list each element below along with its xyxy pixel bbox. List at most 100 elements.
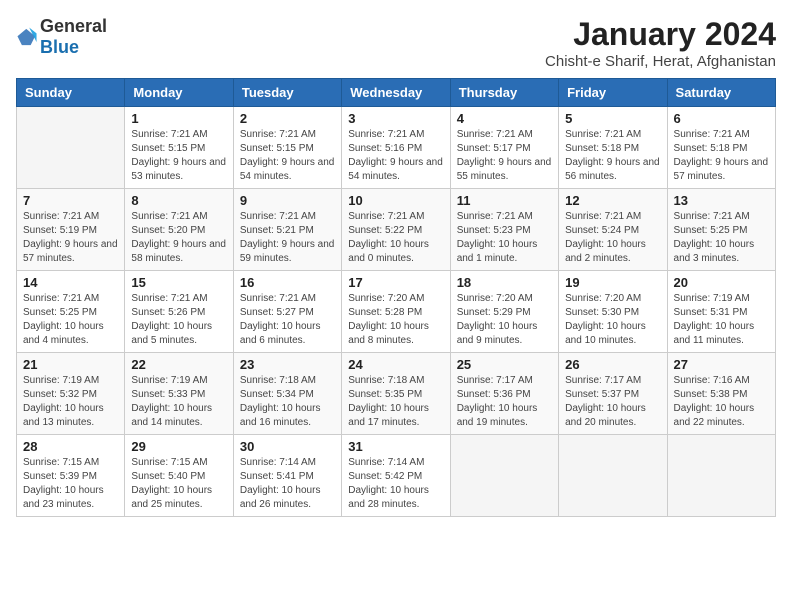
calendar-cell: 22 Sunrise: 7:19 AM Sunset: 5:33 PM Dayli…: [125, 353, 233, 435]
day-number: 30: [240, 439, 335, 454]
day-number: 4: [457, 111, 552, 126]
calendar-cell: 26Sunrise: 7:17 AM Sunset: 5:37 PM Dayli…: [559, 353, 667, 435]
calendar-header-thursday: Thursday: [450, 79, 558, 107]
day-number: 14: [23, 275, 118, 290]
day-info: Sunrise: 7:21 AM Sunset: 5:18 PM Dayligh…: [565, 128, 660, 184]
day-number: 13: [674, 193, 769, 208]
day-number: 16: [240, 275, 335, 290]
calendar-week-3: 14 Sunrise: 7:21 AM Sunset: 5:25 PM Dayli…: [17, 271, 776, 353]
day-number: 1: [131, 111, 226, 126]
calendar-cell: 29 Sunrise: 7:15 AM Sunset: 5:40 PM Dayli…: [125, 435, 233, 517]
day-info: Sunrise: 7:17 AM Sunset: 5:36 PM Dayligh…: [457, 374, 552, 430]
day-number: 17: [348, 275, 443, 290]
calendar-cell: 27 Sunrise: 7:16 AM Sunset: 5:38 PM Dayli…: [667, 353, 775, 435]
day-info: Sunrise: 7:21 AM Sunset: 5:18 PM Dayligh…: [674, 128, 769, 184]
day-number: 20: [674, 275, 769, 290]
calendar-cell: [450, 435, 558, 517]
calendar-cell: [667, 435, 775, 517]
calendar-cell: 10Sunrise: 7:21 AM Sunset: 5:22 PM Dayli…: [342, 189, 450, 271]
calendar-table: SundayMondayTuesdayWednesdayThursdayFrid…: [16, 78, 776, 517]
day-info: Sunrise: 7:21 AM Sunset: 5:27 PM Dayligh…: [240, 292, 335, 348]
calendar-cell: 15Sunrise: 7:21 AM Sunset: 5:26 PM Dayli…: [125, 271, 233, 353]
day-info: Sunrise: 7:21 AM Sunset: 5:20 PM Dayligh…: [131, 210, 226, 266]
calendar-cell: [17, 107, 125, 189]
day-info: Sunrise: 7:20 AM Sunset: 5:29 PM Dayligh…: [457, 292, 552, 348]
calendar-header-friday: Friday: [559, 79, 667, 107]
day-info: Sunrise: 7:18 AM Sunset: 5:35 PM Dayligh…: [348, 374, 443, 430]
day-info: Sunrise: 7:21 AM Sunset: 5:19 PM Dayligh…: [23, 210, 118, 266]
day-number: 24: [348, 357, 443, 372]
day-info: Sunrise: 7:14 AM Sunset: 5:41 PM Dayligh…: [240, 456, 335, 512]
day-number: 19: [565, 275, 660, 290]
day-number: 25: [457, 357, 552, 372]
day-info: Sunrise: 7:21 AM Sunset: 5:17 PM Dayligh…: [457, 128, 552, 184]
calendar-cell: 4 Sunrise: 7:21 AM Sunset: 5:17 PM Daylig…: [450, 107, 558, 189]
day-info: Sunrise: 7:19 AM Sunset: 5:31 PM Dayligh…: [674, 292, 769, 348]
day-number: 27: [674, 357, 769, 372]
day-info: Sunrise: 7:21 AM Sunset: 5:23 PM Dayligh…: [457, 210, 552, 266]
day-number: 22: [131, 357, 226, 372]
calendar-cell: 12Sunrise: 7:21 AM Sunset: 5:24 PM Dayli…: [559, 189, 667, 271]
day-info: Sunrise: 7:21 AM Sunset: 5:15 PM Dayligh…: [131, 128, 226, 184]
day-number: 29: [131, 439, 226, 454]
day-info: Sunrise: 7:20 AM Sunset: 5:30 PM Dayligh…: [565, 292, 660, 348]
day-info: Sunrise: 7:15 AM Sunset: 5:39 PM Dayligh…: [23, 456, 118, 512]
logo-general: General: [40, 16, 107, 36]
calendar-header-monday: Monday: [125, 79, 233, 107]
day-info: Sunrise: 7:14 AM Sunset: 5:42 PM Dayligh…: [348, 456, 443, 512]
day-info: Sunrise: 7:21 AM Sunset: 5:15 PM Dayligh…: [240, 128, 335, 184]
calendar-cell: 14 Sunrise: 7:21 AM Sunset: 5:25 PM Dayli…: [17, 271, 125, 353]
logo: General Blue: [16, 16, 107, 58]
day-info: Sunrise: 7:20 AM Sunset: 5:28 PM Dayligh…: [348, 292, 443, 348]
main-title: January 2024: [545, 16, 776, 53]
day-info: Sunrise: 7:21 AM Sunset: 5:25 PM Dayligh…: [23, 292, 118, 348]
day-info: Sunrise: 7:17 AM Sunset: 5:37 PM Dayligh…: [565, 374, 660, 430]
calendar-cell: 20 Sunrise: 7:19 AM Sunset: 5:31 PM Dayli…: [667, 271, 775, 353]
day-info: Sunrise: 7:21 AM Sunset: 5:26 PM Dayligh…: [131, 292, 226, 348]
calendar-cell: 5 Sunrise: 7:21 AM Sunset: 5:18 PM Daylig…: [559, 107, 667, 189]
day-number: 2: [240, 111, 335, 126]
day-info: Sunrise: 7:21 AM Sunset: 5:16 PM Dayligh…: [348, 128, 443, 184]
day-number: 3: [348, 111, 443, 126]
calendar-cell: 17 Sunrise: 7:20 AM Sunset: 5:28 PM Dayli…: [342, 271, 450, 353]
calendar-cell: 3 Sunrise: 7:21 AM Sunset: 5:16 PM Daylig…: [342, 107, 450, 189]
calendar-cell: 16 Sunrise: 7:21 AM Sunset: 5:27 PM Dayli…: [233, 271, 341, 353]
day-number: 5: [565, 111, 660, 126]
day-info: Sunrise: 7:18 AM Sunset: 5:34 PM Dayligh…: [240, 374, 335, 430]
calendar-cell: 1 Sunrise: 7:21 AM Sunset: 5:15 PM Daylig…: [125, 107, 233, 189]
day-info: Sunrise: 7:21 AM Sunset: 5:22 PM Dayligh…: [348, 210, 443, 266]
calendar-week-2: 7Sunrise: 7:21 AM Sunset: 5:19 PM Daylig…: [17, 189, 776, 271]
logo-blue: Blue: [40, 37, 79, 57]
title-block: January 2024 Chisht-e Sharif, Herat, Afg…: [545, 16, 776, 70]
calendar-header-saturday: Saturday: [667, 79, 775, 107]
calendar-cell: 23 Sunrise: 7:18 AM Sunset: 5:34 PM Dayli…: [233, 353, 341, 435]
calendar-header-row: SundayMondayTuesdayWednesdayThursdayFrid…: [17, 79, 776, 107]
day-number: 6: [674, 111, 769, 126]
day-info: Sunrise: 7:15 AM Sunset: 5:40 PM Dayligh…: [131, 456, 226, 512]
day-number: 18: [457, 275, 552, 290]
day-info: Sunrise: 7:21 AM Sunset: 5:25 PM Dayligh…: [674, 210, 769, 266]
calendar-cell: 21Sunrise: 7:19 AM Sunset: 5:32 PM Dayli…: [17, 353, 125, 435]
calendar-cell: [559, 435, 667, 517]
day-number: 9: [240, 193, 335, 208]
day-info: Sunrise: 7:19 AM Sunset: 5:33 PM Dayligh…: [131, 374, 226, 430]
calendar-header-wednesday: Wednesday: [342, 79, 450, 107]
day-number: 23: [240, 357, 335, 372]
day-info: Sunrise: 7:21 AM Sunset: 5:21 PM Dayligh…: [240, 210, 335, 266]
calendar-header-tuesday: Tuesday: [233, 79, 341, 107]
calendar-week-5: 28Sunrise: 7:15 AM Sunset: 5:39 PM Dayli…: [17, 435, 776, 517]
calendar-cell: 8Sunrise: 7:21 AM Sunset: 5:20 PM Daylig…: [125, 189, 233, 271]
day-info: Sunrise: 7:16 AM Sunset: 5:38 PM Dayligh…: [674, 374, 769, 430]
calendar-cell: 19 Sunrise: 7:20 AM Sunset: 5:30 PM Dayli…: [559, 271, 667, 353]
calendar-cell: 6 Sunrise: 7:21 AM Sunset: 5:18 PM Daylig…: [667, 107, 775, 189]
calendar-week-4: 21Sunrise: 7:19 AM Sunset: 5:32 PM Dayli…: [17, 353, 776, 435]
logo-icon: [16, 26, 38, 48]
calendar-cell: 24 Sunrise: 7:18 AM Sunset: 5:35 PM Dayli…: [342, 353, 450, 435]
calendar-cell: 7Sunrise: 7:21 AM Sunset: 5:19 PM Daylig…: [17, 189, 125, 271]
calendar-cell: 31Sunrise: 7:14 AM Sunset: 5:42 PM Dayli…: [342, 435, 450, 517]
subtitle: Chisht-e Sharif, Herat, Afghanistan: [545, 53, 776, 70]
day-number: 11: [457, 193, 552, 208]
calendar-cell: 30 Sunrise: 7:14 AM Sunset: 5:41 PM Dayli…: [233, 435, 341, 517]
day-number: 12: [565, 193, 660, 208]
calendar-week-1: 1 Sunrise: 7:21 AM Sunset: 5:15 PM Daylig…: [17, 107, 776, 189]
